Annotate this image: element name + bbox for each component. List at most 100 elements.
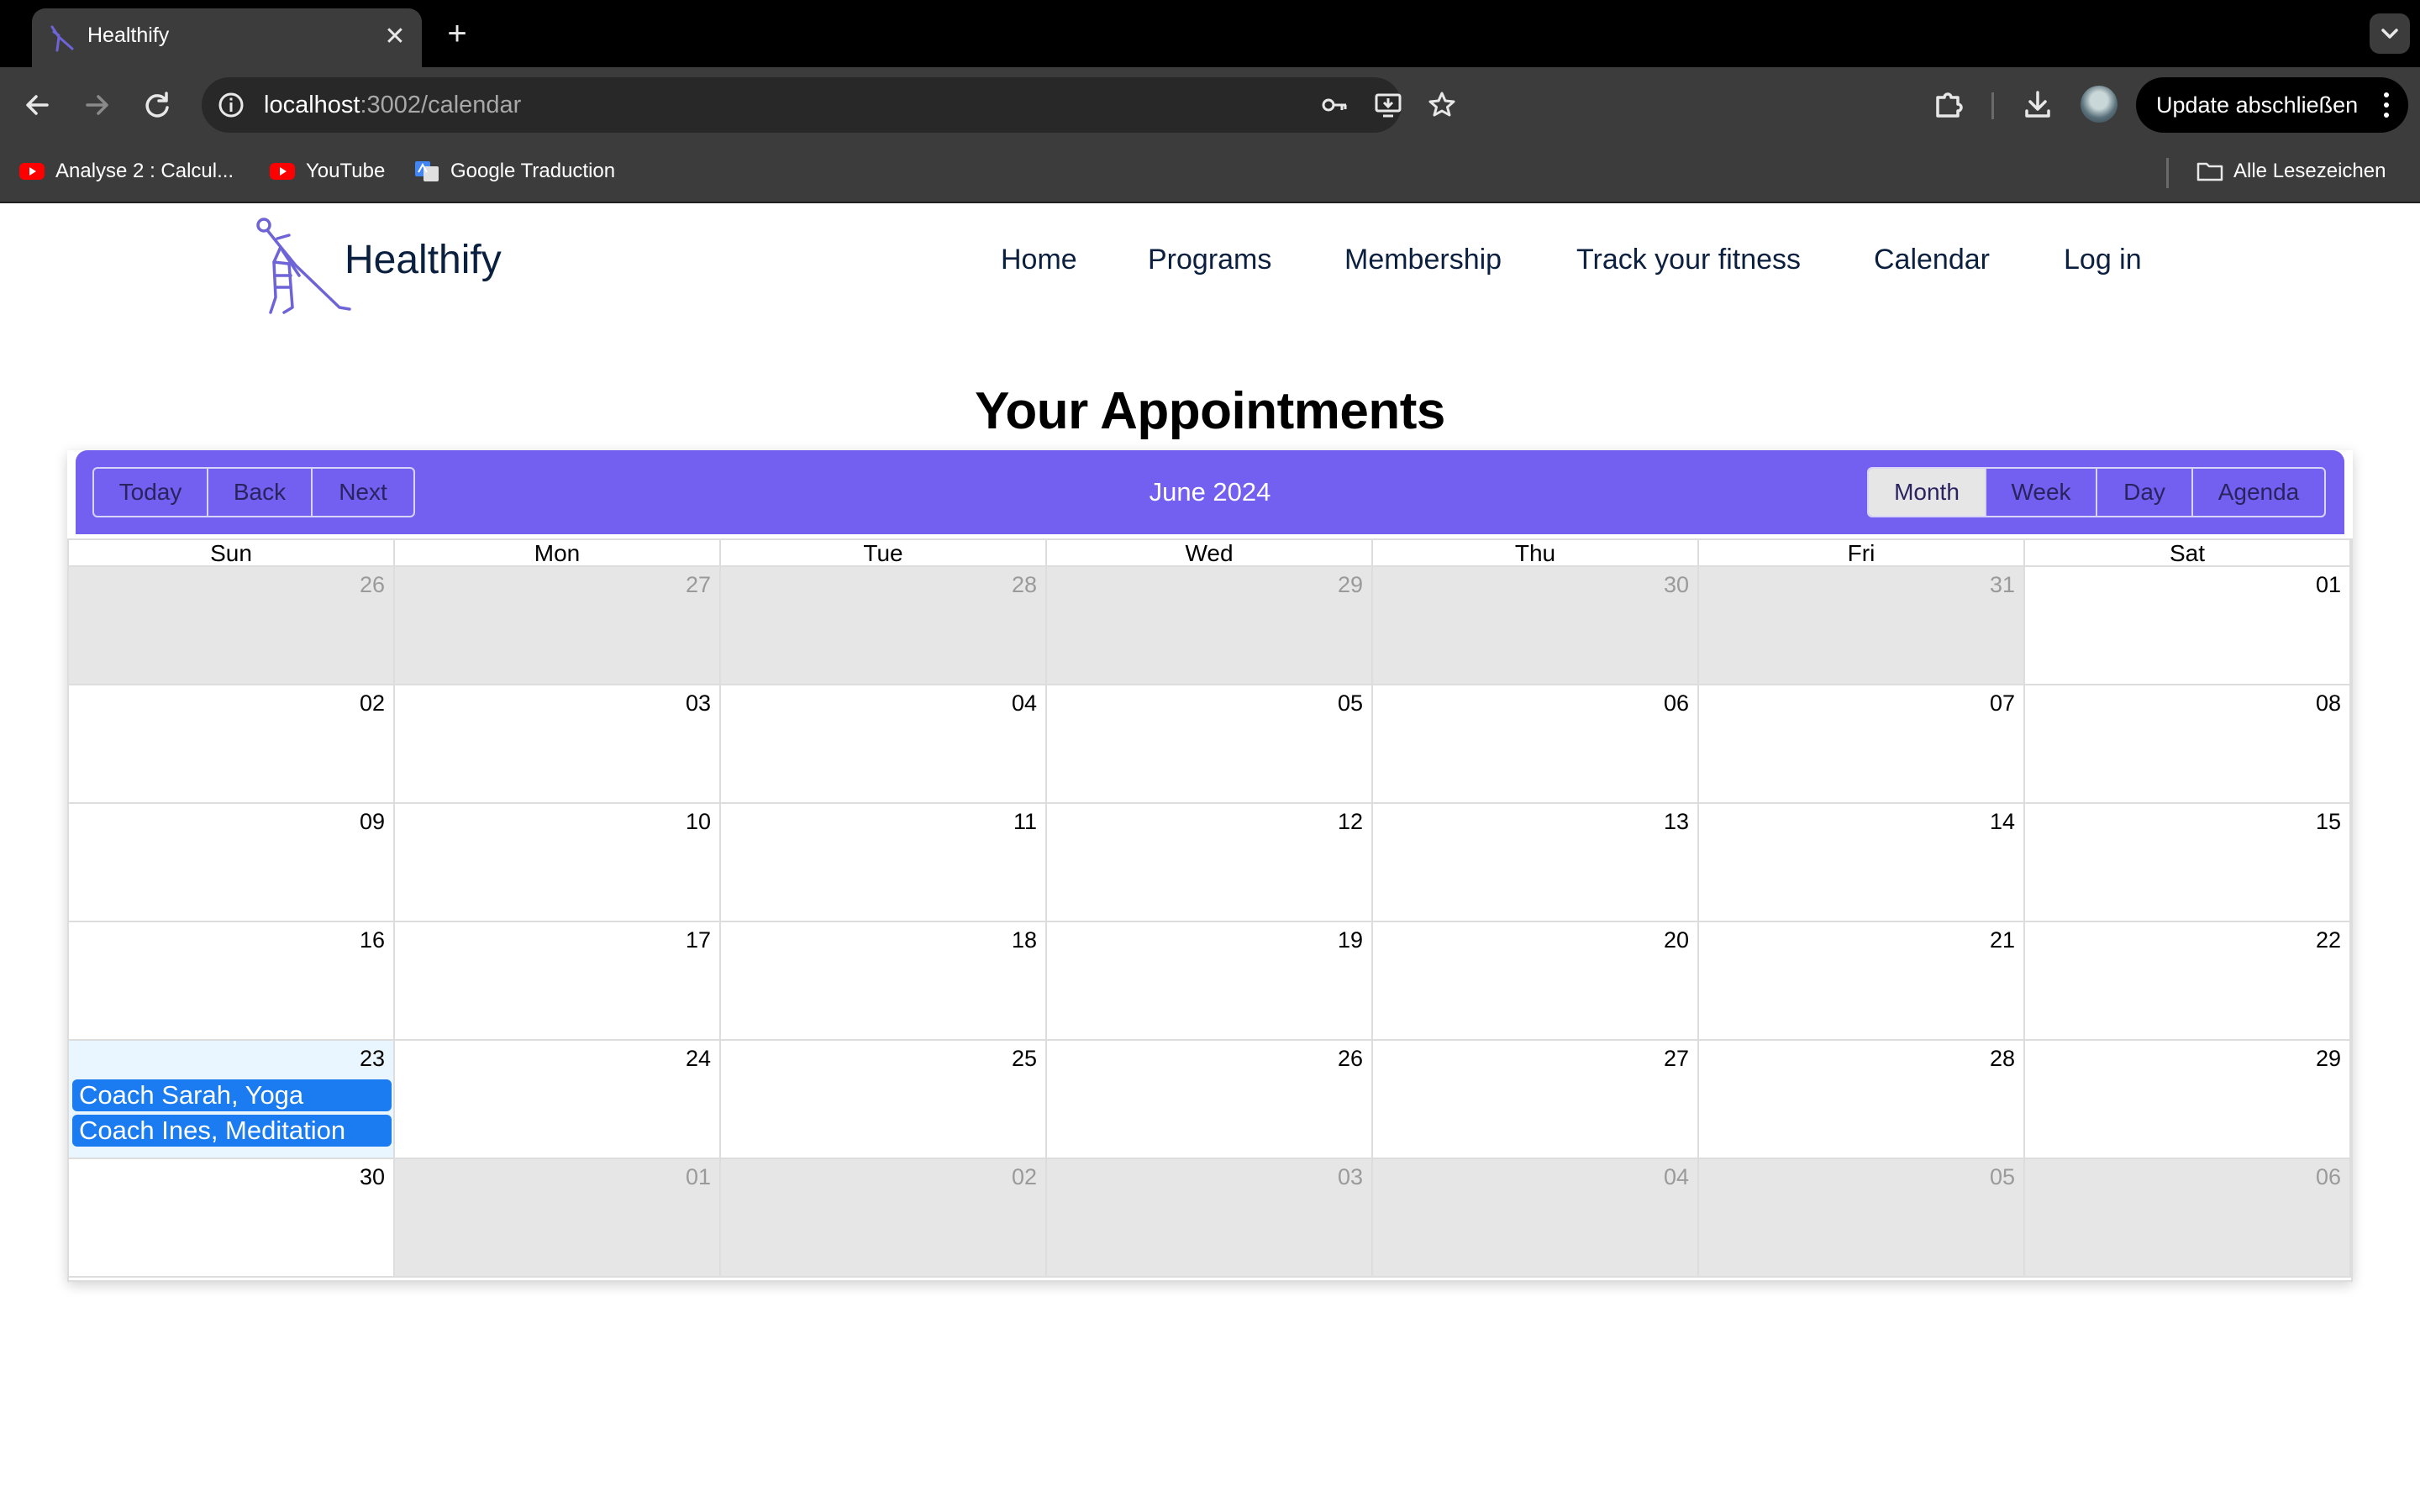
- profile-avatar[interactable]: [2081, 86, 2118, 123]
- date-number[interactable]: 30: [360, 1163, 385, 1191]
- day-cell[interactable]: 08: [2025, 685, 2351, 804]
- date-number[interactable]: 16: [360, 926, 385, 954]
- day-cell[interactable]: 29: [1047, 567, 1373, 685]
- day-cell[interactable]: 01: [395, 1159, 721, 1278]
- extensions-puzzle-icon[interactable]: [1929, 86, 1968, 124]
- healthify-logo-icon[interactable]: [252, 213, 356, 318]
- reload-icon[interactable]: [138, 86, 176, 124]
- date-number[interactable]: 30: [1664, 570, 1689, 599]
- day-cell[interactable]: 18: [721, 922, 1047, 1041]
- agenda-view-button[interactable]: Agenda: [2193, 469, 2324, 516]
- nav-login[interactable]: Log in: [2064, 240, 2142, 279]
- day-cell[interactable]: 28: [721, 567, 1047, 685]
- date-number[interactable]: 13: [1664, 807, 1689, 836]
- date-number[interactable]: 08: [2316, 689, 2341, 717]
- date-number[interactable]: 17: [686, 926, 711, 954]
- date-number[interactable]: 21: [1990, 926, 2015, 954]
- day-cell[interactable]: 20: [1373, 922, 1699, 1041]
- day-cell[interactable]: 06: [2025, 1159, 2351, 1278]
- day-cell[interactable]: 03: [1047, 1159, 1373, 1278]
- date-number[interactable]: 12: [1338, 807, 1363, 836]
- nav-home[interactable]: Home: [1001, 240, 1077, 279]
- nav-track-fitness[interactable]: Track your fitness: [1576, 240, 1801, 279]
- day-cell[interactable]: 26: [69, 567, 395, 685]
- date-number[interactable]: 20: [1664, 926, 1689, 954]
- date-number[interactable]: 02: [360, 689, 385, 717]
- day-cell[interactable]: 12: [1047, 804, 1373, 922]
- day-cell[interactable]: 04: [721, 685, 1047, 804]
- address-bar[interactable]: localhost:3002/calendar: [202, 77, 1455, 133]
- date-number[interactable]: 31: [1990, 570, 2015, 599]
- browser-tab[interactable]: Healthify ✕: [32, 8, 422, 67]
- day-cell[interactable]: 04: [1373, 1159, 1699, 1278]
- day-cell[interactable]: 22: [2025, 922, 2351, 1041]
- day-cell[interactable]: 26: [1047, 1041, 1373, 1159]
- day-cell[interactable]: 21: [1699, 922, 2025, 1041]
- day-cell[interactable]: 01: [2025, 567, 2351, 685]
- day-cell[interactable]: 11: [721, 804, 1047, 922]
- date-number[interactable]: 04: [1012, 689, 1037, 717]
- update-button[interactable]: Update abschließen: [2136, 77, 2408, 133]
- date-number[interactable]: 23: [360, 1044, 385, 1073]
- month-view-button[interactable]: Month: [1869, 469, 1986, 516]
- nav-membership[interactable]: Membership: [1344, 240, 1502, 279]
- date-number[interactable]: 07: [1990, 689, 2015, 717]
- date-number[interactable]: 24: [686, 1044, 711, 1073]
- date-number[interactable]: 03: [686, 689, 711, 717]
- day-cell[interactable]: 02: [721, 1159, 1047, 1278]
- date-number[interactable]: 06: [2316, 1163, 2341, 1191]
- day-cell[interactable]: 03: [395, 685, 721, 804]
- date-number[interactable]: 15: [2316, 807, 2341, 836]
- date-number[interactable]: 28: [1012, 570, 1037, 599]
- week-view-button[interactable]: Week: [1986, 469, 2097, 516]
- day-cell[interactable]: 07: [1699, 685, 2025, 804]
- date-number[interactable]: 05: [1990, 1163, 2015, 1191]
- calendar-event[interactable]: Coach Ines, Meditation: [72, 1115, 392, 1147]
- date-number[interactable]: 14: [1990, 807, 2015, 836]
- day-cell[interactable]: 10: [395, 804, 721, 922]
- day-view-button[interactable]: Day: [2097, 469, 2193, 516]
- day-cell[interactable]: 14: [1699, 804, 2025, 922]
- day-cell[interactable]: 27: [395, 567, 721, 685]
- date-number[interactable]: 09: [360, 807, 385, 836]
- date-number[interactable]: 03: [1338, 1163, 1363, 1191]
- forward-arrow-icon[interactable]: [77, 86, 116, 124]
- nav-programs[interactable]: Programs: [1148, 240, 1271, 279]
- install-app-icon[interactable]: [1373, 90, 1403, 120]
- date-number[interactable]: 26: [360, 570, 385, 599]
- date-number[interactable]: 27: [686, 570, 711, 599]
- day-cell[interactable]: 23 Coach Sarah, Yoga Coach Ines, Meditatio…: [69, 1041, 395, 1159]
- back-arrow-icon[interactable]: [18, 86, 57, 124]
- calendar-event[interactable]: Coach Sarah, Yoga: [72, 1079, 392, 1111]
- bookmark-item[interactable]: Analyse 2 : Calcul...: [18, 155, 245, 188]
- url-text[interactable]: localhost:3002/calendar: [264, 89, 521, 121]
- date-number[interactable]: 29: [1338, 570, 1363, 599]
- date-number[interactable]: 05: [1338, 689, 1363, 717]
- date-number[interactable]: 28: [1990, 1044, 2015, 1073]
- day-cell[interactable]: 17: [395, 922, 721, 1041]
- date-number[interactable]: 29: [2316, 1044, 2341, 1073]
- day-cell[interactable]: 31: [1699, 567, 2025, 685]
- bookmark-star-icon[interactable]: [1427, 90, 1457, 120]
- day-cell[interactable]: 05: [1699, 1159, 2025, 1278]
- date-number[interactable]: 11: [1013, 807, 1037, 836]
- day-cell[interactable]: 02: [69, 685, 395, 804]
- date-number[interactable]: 01: [2316, 570, 2341, 599]
- download-icon[interactable]: [2018, 86, 2057, 124]
- day-cell[interactable]: 24: [395, 1041, 721, 1159]
- day-cell[interactable]: 19: [1047, 922, 1373, 1041]
- site-info-icon[interactable]: [215, 89, 247, 121]
- new-tab-button[interactable]: +: [439, 15, 476, 52]
- day-cell[interactable]: 16: [69, 922, 395, 1041]
- key-icon[interactable]: [1319, 90, 1349, 120]
- day-cell[interactable]: 29: [2025, 1041, 2351, 1159]
- date-number[interactable]: 18: [1012, 926, 1037, 954]
- date-number[interactable]: 19: [1338, 926, 1363, 954]
- date-number[interactable]: 25: [1012, 1044, 1037, 1073]
- day-cell[interactable]: 06: [1373, 685, 1699, 804]
- day-cell[interactable]: 05: [1047, 685, 1373, 804]
- all-bookmarks-button[interactable]: Alle Lesezeichen: [2196, 155, 2407, 188]
- tab-search-button[interactable]: [2370, 13, 2410, 54]
- close-tab-icon[interactable]: ✕: [380, 22, 410, 52]
- bookmark-item[interactable]: YouTube: [269, 155, 387, 188]
